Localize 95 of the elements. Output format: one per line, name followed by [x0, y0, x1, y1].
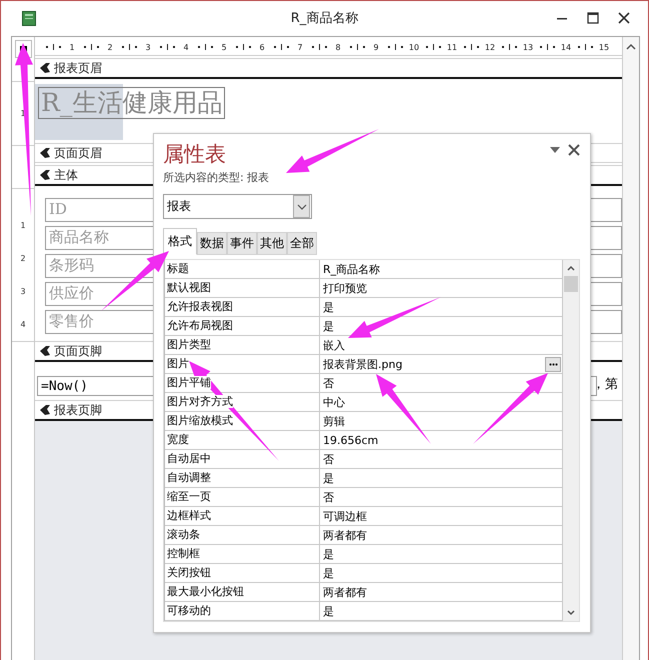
ruler-number: 2 [106, 42, 114, 52]
property-name: 自动调整 [167, 471, 211, 484]
property-name: 允许报表视图 [167, 300, 233, 313]
section-bar[interactable]: 报表页眉 [35, 58, 622, 79]
chevron-down-icon [296, 204, 306, 210]
ruler-number: 13 [522, 42, 534, 52]
section-label: 报表页眉 [54, 60, 102, 76]
close-icon[interactable] [568, 144, 580, 156]
scroll-up-icon[interactable] [565, 263, 577, 273]
section-label: 页面页眉 [54, 144, 102, 162]
annotation-arrow [376, 374, 431, 444]
property-name: 图片对齐方式 [167, 395, 233, 408]
ruler-number: 7 [296, 42, 304, 52]
property-name: 控制框 [167, 547, 200, 560]
page-number-text: ，第 [592, 376, 618, 393]
property-name: 可移动的 [167, 604, 211, 617]
dropdown-icon[interactable] [550, 147, 560, 153]
window-title: R_商品名称 [290, 10, 358, 27]
value-text: 剪辑 [323, 414, 345, 428]
vertical-scrollbar[interactable] [622, 37, 639, 660]
vertical-scrollbar[interactable] [563, 260, 579, 621]
property-name: 图片缩放模式 [167, 414, 233, 427]
annotation-arrow [101, 251, 169, 311]
value-text: 否 [323, 452, 334, 466]
property-name: 自动居中 [167, 452, 211, 465]
tab[interactable]: 数据 [197, 232, 227, 255]
section-icon [40, 405, 50, 415]
value-text: 否 [323, 376, 334, 390]
ellipsis-icon [548, 362, 558, 366]
maximize-icon[interactable] [587, 12, 599, 24]
value-text: 报表背景图.png [323, 356, 402, 372]
property-name: 图片 [167, 357, 189, 370]
value-text: 是 [323, 318, 334, 334]
ruler-number: 1 [68, 42, 76, 52]
property-name: 关闭按钮 [167, 566, 211, 579]
ruler-number: 2 [20, 254, 26, 262]
tab[interactable]: 格式 [163, 228, 197, 255]
app-icon [22, 10, 36, 26]
ruler-number: 12 [484, 42, 496, 52]
property-name: 默认视图 [167, 281, 211, 294]
ruler-number: 1 [20, 222, 26, 230]
property-name: 图片类型 [167, 338, 211, 351]
ruler-number: 6 [258, 42, 266, 52]
ruler-number: 15 [598, 42, 610, 52]
value-text: 是 [323, 546, 334, 562]
section-icon [40, 346, 50, 356]
section-label: 报表页脚 [54, 402, 102, 418]
property-value[interactable]: 报表背景图.png [320, 355, 563, 373]
ruler-number: 11 [446, 42, 458, 52]
property-name: 标题 [167, 262, 189, 275]
property-name: 图片平铺 [167, 376, 211, 389]
selection-type-text: 所选内容的类型: 报表 [163, 170, 270, 185]
tab[interactable]: 其他 [257, 232, 287, 255]
ruler-number: 3 [20, 288, 26, 296]
ruler-number: 10 [408, 42, 420, 52]
value-text: 两者都有 [323, 528, 367, 542]
value-text: 打印预览 [323, 280, 367, 296]
property-name: 允许布局视图 [167, 319, 233, 332]
ellipsis-button[interactable] [545, 356, 561, 372]
close-icon[interactable] [618, 12, 630, 24]
ruler-number: 9 [372, 42, 380, 52]
property-name: 宽度 [167, 433, 189, 446]
value-text: 可调边框 [323, 508, 367, 524]
object-dropdown[interactable]: 报表 [163, 194, 312, 219]
tab[interactable]: 全部 [287, 232, 317, 255]
panel-title: 属性表 [163, 141, 226, 168]
value-text: 是 [323, 470, 334, 486]
tab[interactable]: 事件 [227, 232, 257, 255]
ruler-number: 8 [334, 42, 342, 52]
property-name: 缩至一页 [167, 490, 211, 503]
scroll-down-icon[interactable] [565, 608, 577, 618]
value-text: R_商品名称 [323, 262, 380, 276]
value-text: 是 [323, 566, 334, 580]
scroll-thumb[interactable] [564, 276, 578, 292]
value-text: 19.656cm [323, 434, 378, 446]
section-icon [40, 63, 50, 73]
property-name: 滚动条 [167, 528, 200, 541]
section-label: 页面页脚 [54, 342, 102, 360]
report-title-label[interactable]: R_生活健康用品 [38, 87, 226, 119]
section-icon [40, 148, 50, 158]
ruler-number: 4 [182, 42, 190, 52]
ruler-number: 4 [20, 320, 26, 328]
ruler-number: 14 [560, 42, 572, 52]
ruler-number: 3 [144, 42, 152, 52]
ruler-number: 5 [220, 42, 228, 52]
property-name: 最大最小化按钮 [167, 585, 244, 598]
section-icon [40, 170, 50, 180]
value-text: 是 [323, 300, 334, 314]
section-label: 主体 [54, 166, 78, 184]
value-text: 嵌入 [323, 338, 345, 352]
value-text: 否 [323, 490, 334, 504]
property-name: 边框样式 [167, 509, 211, 522]
value-text: 中心 [323, 394, 345, 410]
value-text: 是 [323, 604, 334, 618]
value-text: 两者都有 [323, 584, 367, 600]
